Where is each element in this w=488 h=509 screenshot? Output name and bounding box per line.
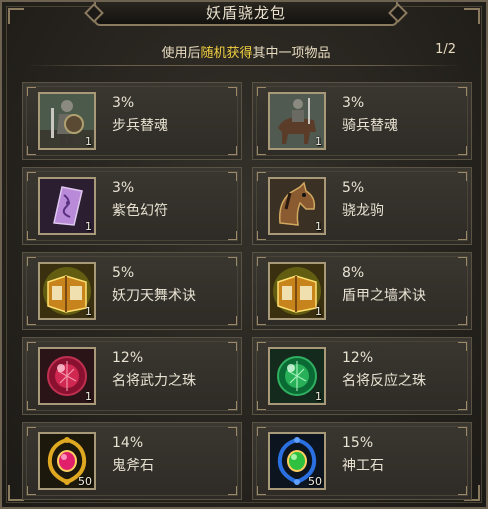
reward-item[interactable]: 1 8% 盾甲之墙术诀: [252, 252, 472, 330]
item-quantity: 1: [315, 220, 322, 233]
description-highlight: 随机获得: [200, 46, 253, 61]
drop-chance: 12%: [342, 350, 374, 366]
item-quantity: 1: [85, 390, 92, 403]
reward-item[interactable]: 1 5% 骁龙驹: [252, 167, 472, 245]
item-quantity: 50: [78, 475, 92, 488]
drop-chance: 15%: [342, 435, 374, 451]
corner-ornament: [8, 8, 24, 24]
item-name: 名将反应之珠: [342, 373, 426, 389]
item-quantity: 1: [85, 220, 92, 233]
item-quantity: 1: [315, 390, 322, 403]
corner-ornament: [464, 8, 480, 24]
item-name: 妖刀天舞术诀: [112, 288, 196, 304]
item-quantity: 50: [308, 475, 322, 488]
reward-item[interactable]: 1 3% 骑兵替魂: [252, 82, 472, 160]
infantry-soldier-icon: 1: [38, 92, 96, 150]
drop-chance: 3%: [342, 95, 365, 111]
skill-book-icon: 1: [268, 262, 326, 320]
item-quantity: 1: [315, 135, 322, 148]
divider: [26, 65, 462, 66]
blue-gem-amulet-icon: 50: [268, 432, 326, 490]
drop-chance: 5%: [112, 265, 135, 281]
purple-talisman-icon: 1: [38, 177, 96, 235]
description-prefix: 使用后: [161, 46, 201, 61]
pack-description: 使用后随机获得其中一项物品: [2, 42, 488, 61]
cavalry-soldier-icon: 1: [268, 92, 326, 150]
reward-item[interactable]: 1 12% 名将武力之珠: [22, 337, 242, 415]
panel-title: 妖盾骁龙包: [205, 4, 286, 22]
red-orb-icon: 1: [38, 347, 96, 405]
item-name: 神工石: [342, 458, 384, 474]
title-bar: 妖盾骁龙包: [94, 2, 398, 26]
item-name: 骁龙驹: [342, 203, 384, 219]
reward-item[interactable]: 1 5% 妖刀天舞术诀: [22, 252, 242, 330]
drop-chance: 12%: [112, 350, 144, 366]
item-name: 盾甲之墙术诀: [342, 288, 426, 304]
reward-item[interactable]: 1 12% 名将反应之珠: [252, 337, 472, 415]
skill-book-icon: 1: [38, 262, 96, 320]
item-pack-panel: 妖盾骁龙包 使用后随机获得其中一项物品 1/2 1 3% 步兵替魂 1 3% 骑…: [0, 0, 488, 509]
drop-chance: 5%: [342, 180, 365, 196]
item-quantity: 1: [315, 305, 322, 318]
warhorse-icon: 1: [268, 177, 326, 235]
page-indicator: 1/2: [435, 42, 456, 57]
item-quantity: 1: [85, 305, 92, 318]
item-name: 名将武力之珠: [112, 373, 196, 389]
item-name: 紫色幻符: [112, 203, 168, 219]
reward-item[interactable]: 1 3% 步兵替魂: [22, 82, 242, 160]
reward-item[interactable]: 1 3% 紫色幻符: [22, 167, 242, 245]
drop-chance: 8%: [342, 265, 365, 281]
reward-item[interactable]: 50 14% 鬼斧石: [22, 422, 242, 500]
drop-chance: 14%: [112, 435, 144, 451]
description-suffix: 其中一项物品: [252, 46, 331, 61]
red-gem-amulet-icon: 50: [38, 432, 96, 490]
item-name: 鬼斧石: [112, 458, 154, 474]
reward-item[interactable]: 50 15% 神工石: [252, 422, 472, 500]
item-name: 骑兵替魂: [342, 118, 398, 134]
item-quantity: 1: [85, 135, 92, 148]
green-orb-icon: 1: [268, 347, 326, 405]
drop-chance: 3%: [112, 95, 135, 111]
drop-chance: 3%: [112, 180, 135, 196]
item-name: 步兵替魂: [112, 118, 168, 134]
